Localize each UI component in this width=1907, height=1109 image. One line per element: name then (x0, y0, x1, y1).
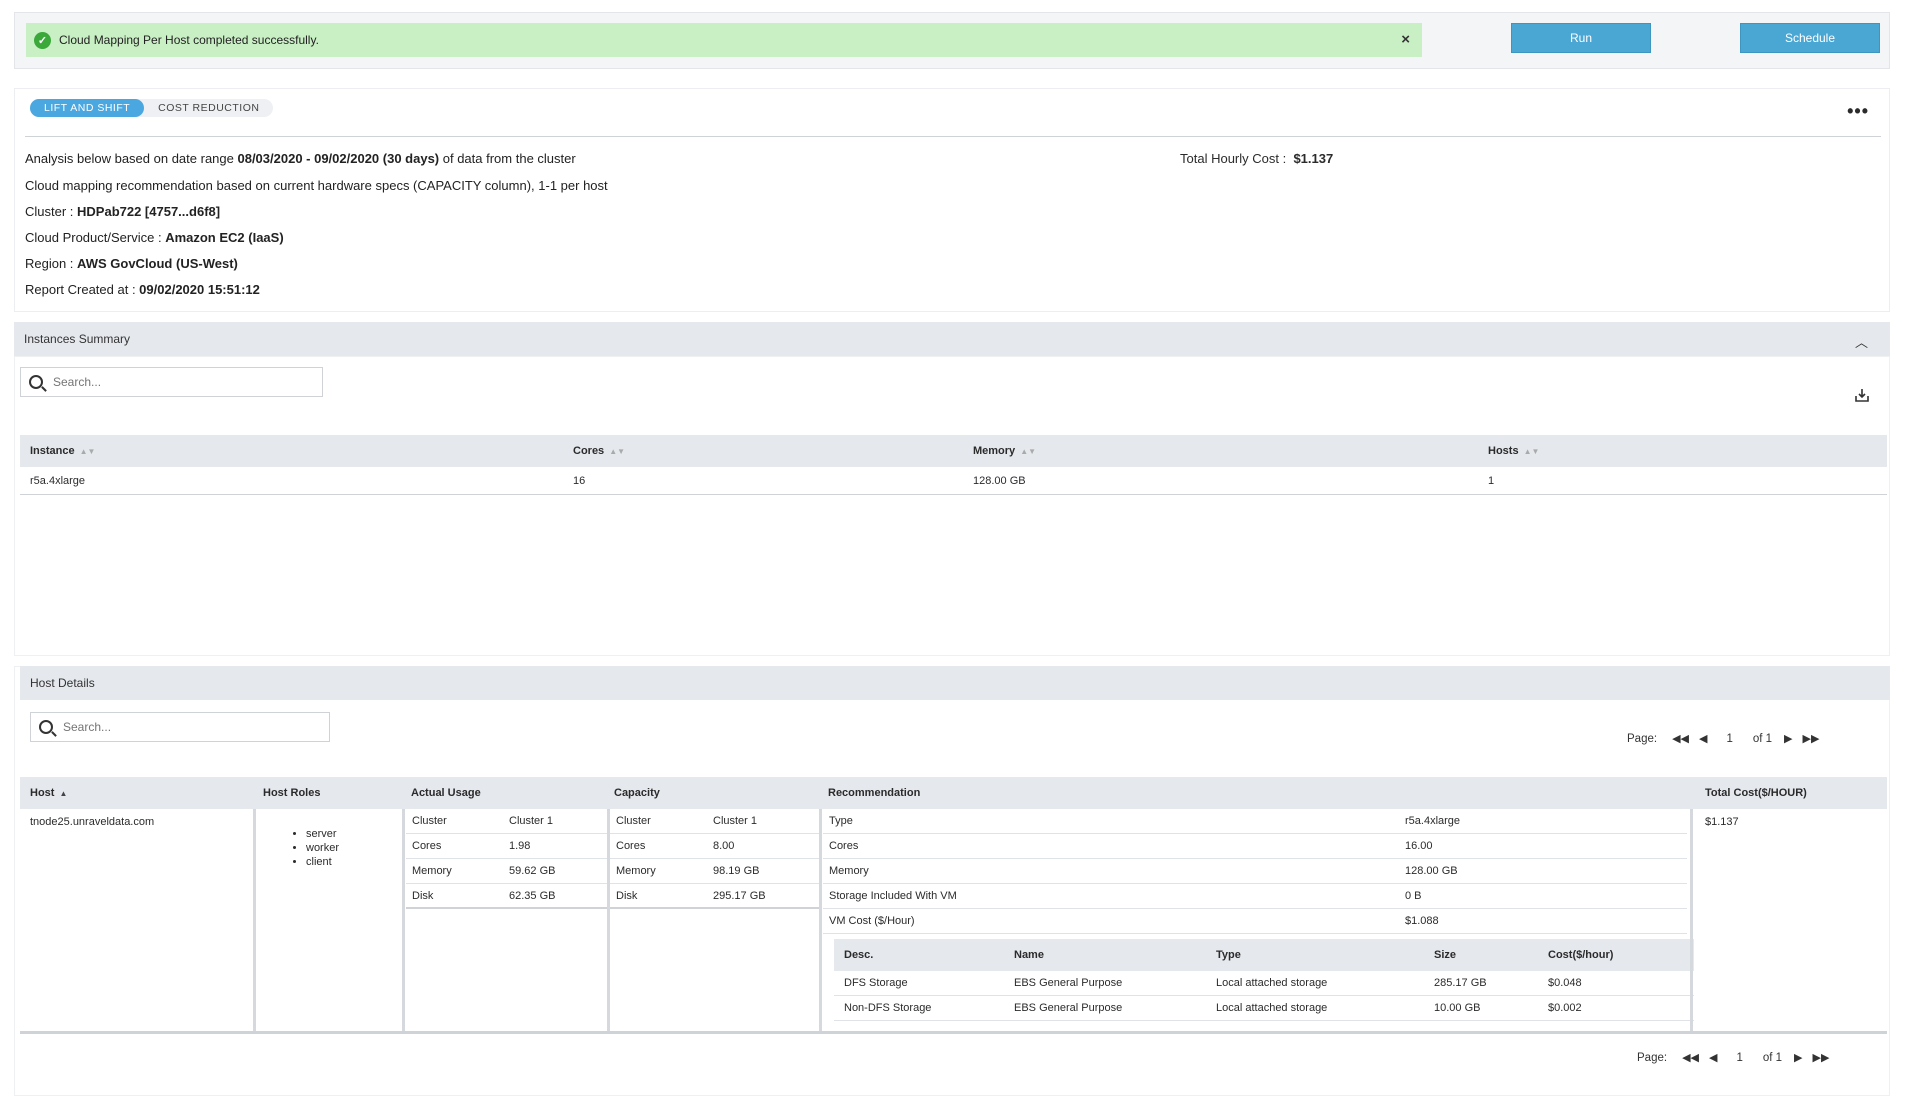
schedule-button[interactable]: Schedule (1740, 23, 1880, 53)
analysis-range: Analysis below based on date range 08/03… (25, 151, 576, 166)
first-page-icon[interactable]: ◀◀ (1672, 732, 1689, 745)
pagination-bottom: Page: ◀◀ ◀ 1 of 1 ▶ ▶▶ (1637, 1051, 1830, 1065)
more-options-icon[interactable]: ••• (1847, 101, 1869, 122)
column-header-host[interactable]: Host ▲ (30, 777, 67, 809)
cluster-info: Cluster : HDPab722 [4757...d6f8] (25, 204, 221, 219)
capacity-row: Memory 98.19 GB (610, 859, 819, 884)
recommendation-row: Storage Included With VM 0 B (823, 884, 1687, 909)
host-name: tnode25.unraveldata.com (30, 815, 155, 828)
usage-row: Cluster Cluster 1 (406, 809, 607, 834)
sort-icon: ▲▼ (1523, 446, 1540, 456)
table-row[interactable]: tnode25.unraveldata.com server worker cl… (20, 809, 1887, 1034)
close-icon[interactable]: × (1401, 31, 1410, 48)
prev-page-icon[interactable]: ◀ (1709, 1051, 1717, 1064)
column-divider (1690, 809, 1693, 1031)
instances-table: Instance ▲▼ Cores ▲▼ Memory ▲▼ Hosts ▲▼ r5a.… (20, 435, 1887, 495)
usage-row: Memory 59.62 GB (406, 859, 607, 884)
last-page-icon[interactable]: ▶▶ (1803, 732, 1820, 745)
next-page-icon[interactable]: ▶ (1784, 732, 1792, 745)
search-icon (29, 375, 43, 389)
prev-page-icon[interactable]: ◀ (1699, 732, 1707, 745)
column-header-cores[interactable]: Cores ▲▼ (573, 435, 625, 467)
alert-message: Cloud Mapping Per Host completed success… (59, 33, 319, 47)
column-header-capacity[interactable]: Capacity (614, 777, 660, 809)
tab-cost-reduction[interactable]: COST REDUCTION (144, 99, 273, 117)
usage-row: Disk 62.35 GB (406, 884, 607, 909)
recommendation-row: Memory 128.00 GB (823, 859, 1687, 884)
host-details-header: Host Details (20, 666, 1890, 700)
table-header: Instance ▲▼ Cores ▲▼ Memory ▲▼ Hosts ▲▼ (20, 435, 1887, 467)
divider (25, 136, 1881, 137)
total-cost-value: $1.137 (1705, 815, 1739, 828)
capacity-row: Disk 295.17 GB (610, 884, 819, 909)
host-search[interactable] (30, 712, 330, 742)
tab-lift-and-shift[interactable]: LIFT AND SHIFT (30, 99, 145, 117)
column-divider (402, 809, 405, 1031)
column-header-memory[interactable]: Memory ▲▼ (973, 435, 1036, 467)
success-alert: ✓ Cloud Mapping Per Host completed succe… (26, 23, 1422, 57)
column-header-actual-usage[interactable]: Actual Usage (411, 777, 481, 809)
analysis-description: Cloud mapping recommendation based on cu… (25, 178, 608, 193)
search-icon (39, 720, 53, 734)
sort-icon: ▲▼ (79, 446, 96, 456)
page-number[interactable]: 1 (1736, 1052, 1742, 1064)
host-search-input[interactable] (63, 720, 283, 734)
capacity-row: Cores 8.00 (610, 834, 819, 859)
download-icon[interactable] (1854, 387, 1870, 403)
sort-icon: ▲▼ (609, 446, 626, 456)
column-divider (253, 809, 256, 1031)
host-details-table: Host ▲ Host Roles Actual Usage Capacity R… (20, 777, 1887, 1034)
recommendation-row: Type r5a.4xlarge (823, 809, 1687, 834)
created-info: Report Created at : 09/02/2020 15:51:12 (25, 282, 260, 297)
instances-search[interactable] (20, 367, 323, 397)
instances-summary-header[interactable]: Instances Summary ︿ (14, 322, 1890, 356)
first-page-icon[interactable]: ◀◀ (1682, 1051, 1699, 1064)
column-header-recommendation[interactable]: Recommendation (828, 777, 920, 809)
page-number[interactable]: 1 (1726, 733, 1732, 745)
column-header-hosts[interactable]: Hosts ▲▼ (1488, 435, 1539, 467)
usage-row: Cores 1.98 (406, 834, 607, 859)
chevron-up-icon[interactable]: ︿ (1855, 332, 1868, 351)
report-tabs: LIFT AND SHIFT COST REDUCTION (30, 99, 274, 117)
pagination-top: Page: ◀◀ ◀ 1 of 1 ▶ ▶▶ (1627, 732, 1820, 746)
last-page-icon[interactable]: ▶▶ (1813, 1051, 1830, 1064)
column-header-host-roles[interactable]: Host Roles (263, 777, 320, 809)
instances-summary-panel (14, 356, 1890, 656)
report-panel: LIFT AND SHIFT COST REDUCTION ••• Analys… (14, 88, 1890, 312)
column-header-total-cost[interactable]: Total Cost($/HOUR) (1705, 777, 1807, 809)
recommendation-row: VM Cost ($/Hour) $1.088 (823, 909, 1687, 934)
storage-table-header: Desc. Name Type Size Cost($/hour) (834, 939, 1694, 971)
sort-asc-icon: ▲ (59, 788, 68, 798)
recommendation-row: Cores 16.00 (823, 834, 1687, 859)
capacity-row: Cluster Cluster 1 (610, 809, 819, 834)
status-bar: ✓ Cloud Mapping Per Host completed succe… (14, 12, 1890, 69)
column-header-instance[interactable]: Instance ▲▼ (30, 435, 95, 467)
check-circle-icon: ✓ (34, 31, 51, 49)
run-button[interactable]: Run (1511, 23, 1651, 53)
service-info: Cloud Product/Service : Amazon EC2 (IaaS… (25, 230, 284, 245)
next-page-icon[interactable]: ▶ (1794, 1051, 1802, 1064)
storage-row[interactable]: DFS Storage EBS General Purpose Local at… (834, 971, 1694, 996)
table-row[interactable]: r5a.4xlarge 16 128.00 GB 1 (20, 467, 1887, 495)
region-info: Region : AWS GovCloud (US-West) (25, 256, 238, 271)
storage-row[interactable]: Non-DFS Storage EBS General Purpose Loca… (834, 996, 1694, 1021)
host-roles-list: server worker client (306, 827, 339, 869)
sort-icon: ▲▼ (1020, 446, 1037, 456)
table-header: Host ▲ Host Roles Actual Usage Capacity R… (20, 777, 1887, 809)
column-divider (819, 809, 822, 1031)
total-hourly-cost: Total Hourly Cost : $1.137 (1180, 151, 1334, 166)
instances-search-input[interactable] (53, 375, 273, 389)
